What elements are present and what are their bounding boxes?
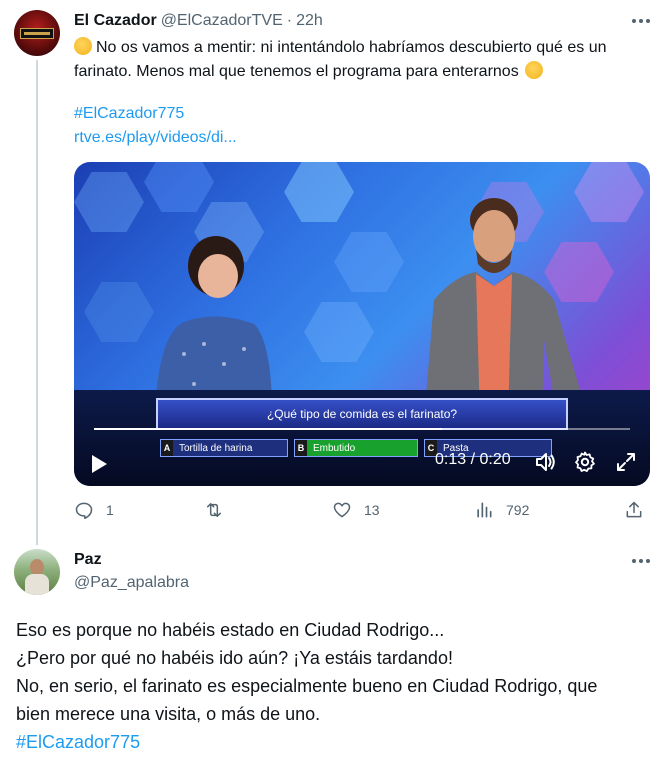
reply-icon: [75, 502, 93, 520]
share-button[interactable]: [624, 500, 644, 520]
share-icon: [626, 501, 642, 518]
tweet-card-elcazador[interactable]: El Cazador @ElCazadorTVE · 22h No os vam…: [0, 0, 668, 545]
tweet-card-paz[interactable]: Paz @Paz_apalabra Eso es porque no habéi…: [0, 540, 668, 765]
tweet-header: El Cazador @ElCazadorTVE · 22h: [74, 10, 323, 32]
like-button[interactable]: 13: [332, 500, 380, 520]
like-count: 13: [364, 502, 380, 518]
rolling-laughing-emoji-icon: [525, 61, 544, 79]
reply-count: 1: [106, 502, 114, 518]
hashtag-link[interactable]: #ElCazador775: [16, 728, 656, 756]
external-url-link[interactable]: rtve.es/play/videos/di...: [74, 126, 237, 150]
author-handle[interactable]: @ElCazadorTVE: [161, 12, 283, 30]
tweet-timestamp[interactable]: 22h: [296, 12, 323, 30]
author-name[interactable]: El Cazador: [74, 12, 157, 30]
tweet-text: Eso es porque no habéis estado en Ciudad…: [16, 616, 656, 756]
separator-dot: ·: [286, 12, 293, 29]
video-progress-bar[interactable]: [94, 428, 630, 430]
fullscreen-icon[interactable]: [614, 450, 638, 474]
thinking-face-emoji-icon: [74, 37, 92, 55]
video-player[interactable]: ¿Qué tipo de comida es el farinato? A Tor…: [74, 162, 650, 486]
view-count: 792: [506, 502, 530, 518]
avatar-elcazador[interactable]: [14, 10, 60, 56]
retweet-button[interactable]: [204, 500, 236, 520]
tweet-text: No os vamos a mentir: ni intentándolo ha…: [74, 36, 654, 84]
volume-icon[interactable]: [534, 450, 558, 474]
tweet-line: Eso es porque no habéis estado en Ciudad…: [16, 620, 445, 640]
settings-gear-icon[interactable]: [573, 450, 597, 474]
more-options-icon[interactable]: [630, 14, 652, 28]
views-chart-icon: [477, 502, 492, 518]
views-button[interactable]: 792: [474, 500, 529, 520]
tweet-line: ¿Pero por qué no habéis ido aún? ¡Ya est…: [16, 648, 453, 668]
avatar-paz[interactable]: [14, 549, 60, 595]
presenter-figure: [424, 198, 580, 420]
tweet-line: No, en serio, el farinato es especialmen…: [16, 676, 598, 696]
reply-button[interactable]: 1: [74, 500, 114, 520]
thread-connector-line: [36, 60, 38, 545]
quiz-question-banner: ¿Qué tipo de comida es el farinato?: [156, 398, 568, 430]
play-icon[interactable]: [90, 454, 108, 474]
tweet-actions-bar: 1 13 792: [74, 500, 654, 524]
heart-icon: [333, 502, 351, 518]
more-options-icon[interactable]: [630, 554, 652, 568]
tweet-line: bien merece una visita, o más de uno.: [16, 704, 321, 724]
author-name[interactable]: Paz: [74, 549, 102, 571]
retweet-icon: [207, 503, 221, 517]
hashtag-link[interactable]: #ElCazador775: [74, 102, 184, 126]
video-time-display: 0:13 / 0:20: [435, 451, 511, 468]
author-handle[interactable]: @Paz_apalabra: [74, 572, 189, 594]
video-controls: 0:13 / 0:20: [74, 436, 650, 486]
